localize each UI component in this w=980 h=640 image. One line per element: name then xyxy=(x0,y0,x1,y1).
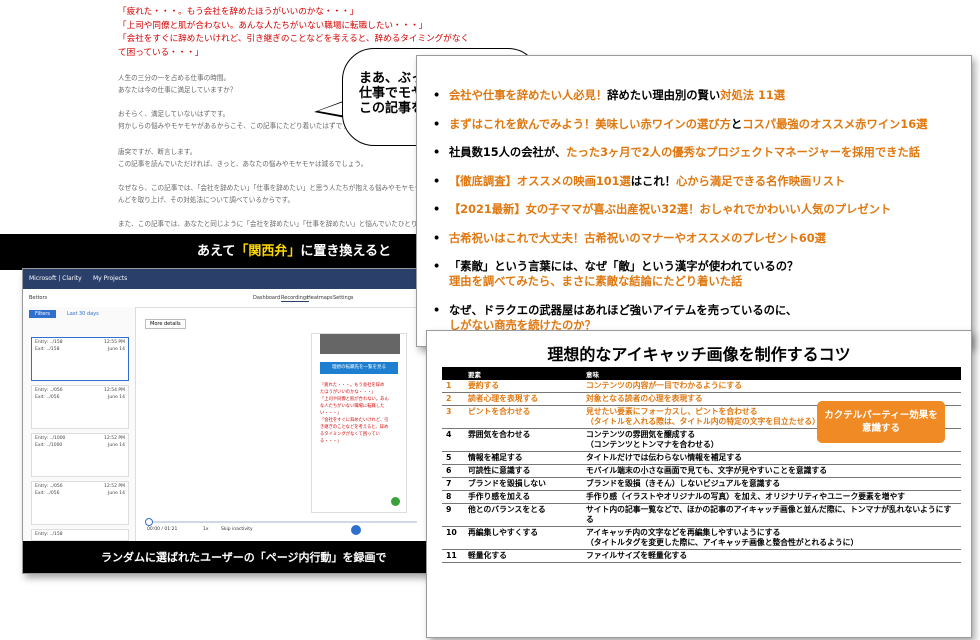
quote-line: 「疲れた・・・。もう会社を辞めたほうがいいのかな・・・」 xyxy=(118,7,359,17)
row-number: 10 xyxy=(442,526,464,550)
quote-line: 「上司や同僚と肌が合わない。あんな人たちがいない職場に転職したい・・・」 xyxy=(118,20,428,31)
recording-entry[interactable]: Entry: ../056 Exit: ../056 12:54 PM June… xyxy=(31,385,129,429)
bubble-line: この記事を xyxy=(359,101,425,116)
tab-dashboard[interactable]: Dashboard xyxy=(253,295,280,301)
cta-button[interactable]: 理想の転職先を一覧を見る xyxy=(320,362,398,374)
header-meaning: 意味 xyxy=(582,367,961,380)
list-item[interactable]: 【徹底調査】オススメの映画101選はこれ！心から満足できる名作映画リスト xyxy=(433,174,927,189)
row-element: 読者心理を表現する xyxy=(464,392,582,406)
filters-button[interactable]: Filters xyxy=(29,310,56,318)
row-meaning: ファイルサイズを軽量化する xyxy=(582,549,961,563)
clarity-topbar: Microsoft | Clarity My Projects xyxy=(23,269,483,289)
tab-recordings[interactable]: Recordings xyxy=(281,295,309,302)
site-name: Bettors xyxy=(29,295,48,301)
callout-line: カクテルパーティー効果を xyxy=(824,410,938,421)
bubble-line: 仕事でモヤ xyxy=(359,86,425,101)
row-meaning: サイト内の記事一覧などで、ほかの記事のアイキャッチ画像と並んだ際に、トンマナが乱… xyxy=(582,503,961,527)
list-item[interactable]: 【2021最新】女の子ママが喜ぶ出産祝い32選！おしゃれでかわいい人気のプレゼン… xyxy=(433,202,927,217)
bubble-line: まあ、ぶっ xyxy=(359,71,425,86)
row-number: 3 xyxy=(442,405,464,429)
quote-line: 「会社をすぐに辞めたいけれど、引き継ぎのことなどを考えると、辞めるタイミングがな… xyxy=(118,34,470,44)
row-element: ブランドを毀損しない xyxy=(464,477,582,491)
row-number: 7 xyxy=(442,477,464,491)
table-row: 9 他とのバランスをとる サイト内の記事一覧などで、ほかの記事のアイキャッチ画像と並… xyxy=(442,503,961,527)
more-details-button[interactable]: More details xyxy=(145,319,186,329)
brand-logo[interactable]: Microsoft | Clarity xyxy=(29,275,82,282)
table-row: 5 情報を補足する タイトルだけでは伝わらない情報を補足する xyxy=(442,451,961,465)
tab-settings[interactable]: Settings xyxy=(333,295,354,301)
tip-callout: カクテルパーティー効果を 意識する xyxy=(817,401,945,443)
timeline-handle[interactable] xyxy=(145,518,153,526)
row-number: 6 xyxy=(442,464,464,478)
recording-entry[interactable]: Entry: ../158 Exit: ../158 12:55 PM June… xyxy=(31,337,129,381)
row-meaning: モバイル端末の小さな画面で見ても、文字が見やすいことを意識する xyxy=(582,464,961,478)
scroll-top-icon[interactable] xyxy=(391,497,400,506)
project-menu[interactable]: My Projects xyxy=(93,275,127,282)
clarity-card: Microsoft | Clarity My Projects Bettors … xyxy=(22,268,484,574)
red-quote: 「疲れた・・・。もう会社を辞め たほうがいいのかな・・・」 「上司や同僚と肌が合… xyxy=(320,383,389,444)
tips-card: 理想的なアイキャッチ画像を制作するコツ 要素 意味 1 要約する コンテンツの内容が… xyxy=(426,330,972,638)
row-element: 情報を補足する xyxy=(464,451,582,465)
row-element: 可読性に意識する xyxy=(464,464,582,478)
table-row: 7 ブランドを毀損しない ブランドを毀損（きそん）しないビジュアルを意識する xyxy=(442,477,961,491)
table-row: 11 軽量化する ファイルサイズを軽量化する xyxy=(442,549,961,563)
list-item[interactable]: 社員数15人の会社が、たった3ヶ月で2人の優秀なプロジェクトマネージャーを採用で… xyxy=(433,145,927,160)
list-item[interactable]: 「素敵」という言葉には、なぜ「敵」という漢字が使われているの？理由を調べてみたら… xyxy=(433,259,927,289)
row-number: 5 xyxy=(442,451,464,465)
row-element: 軽量化する xyxy=(464,549,582,563)
row-element: 他とのバランスをとる xyxy=(464,503,582,527)
tips-table: 要素 意味 1 要約する コンテンツの内容が一目でわかるようにする 2 読者心理を表現す… xyxy=(442,367,961,563)
row-number: 2 xyxy=(442,392,464,406)
timeline-track[interactable] xyxy=(147,521,417,523)
date-range[interactable]: Last 30 days xyxy=(67,311,99,317)
paragraph: また、この記事では、あなたと同じように「会社を辞めたい」「仕事を辞めたい」と悩ん… xyxy=(118,220,418,228)
row-element: 要約する xyxy=(464,380,582,393)
table-row: 10 再編集しやすくする アイキャッチ内の文字などを再編集しやすいようにする （タイ… xyxy=(442,526,961,550)
paragraph: なぜなら、この記事では、「会社を辞めたい」「仕事を辞めたい」と思う人たちが抱える… xyxy=(118,184,418,192)
caption-banner: ランダムに選ばれたユーザーの「ページ内行動」を録画で xyxy=(23,541,483,573)
row-number: 8 xyxy=(442,490,464,504)
article-list: 会社や仕事を辞めたい人必見！辞めたい理由別の賢い対処法 11選 まずはこれを飲ん… xyxy=(433,88,927,346)
recording-entry[interactable]: Entry: ../056 Exit: ../056 12:52 PM June… xyxy=(31,481,129,525)
row-element: 手作り感を加える xyxy=(464,490,582,504)
table-row: 8 手作り感を加える 手作り感（イラストやオリジナルの写真）を加え、オリジナリティや… xyxy=(442,490,961,504)
recording-entry[interactable]: Entry: ../1000 Exit: ../1000 12:52 PM Ju… xyxy=(31,433,129,477)
row-element: 再編集しやすくする xyxy=(464,526,582,550)
row-number: 11 xyxy=(442,549,464,563)
banner-highlight: 「関西弁」 xyxy=(235,244,301,259)
list-item[interactable]: 古希祝いはこれで大丈夫！古希祝いのマナーやオススメのプレゼント60選 xyxy=(433,231,927,246)
tab-heatmaps[interactable]: Heatmaps xyxy=(307,295,333,301)
row-meaning: タイトルだけでは伝わらない情報を補足する xyxy=(582,451,961,465)
list-item[interactable]: なぜ、ドラクエの武器屋はあれほど強いアイテムを売っているのに、しがない商売を続け… xyxy=(433,303,927,333)
table-row: 6 可読性に意識する モバイル端末の小さな画面で見ても、文字が見やすいことを意識する xyxy=(442,464,961,478)
table-row: 1 要約する コンテンツの内容が一目でわかるようにする xyxy=(442,380,961,393)
row-meaning: 手作り感（イラストやオリジナルの写真）を加え、オリジナリティやユニーク要素を増や… xyxy=(582,490,961,504)
banner-post: に置き換えると xyxy=(300,244,391,259)
time-readout: 00:00 / 01:21 xyxy=(147,527,178,532)
row-number: 1 xyxy=(442,380,464,393)
article-list-card: 会社や仕事を辞めたい人必見！辞めたい理由別の賢い対処法 11選 まずはこれを飲ん… xyxy=(416,55,972,347)
recording-entry[interactable]: Entry: ../158 xyxy=(31,529,129,541)
header-element: 要素 xyxy=(464,367,582,380)
row-number: 4 xyxy=(442,428,464,452)
banner-pre: あえて xyxy=(197,244,236,259)
row-number: 9 xyxy=(442,503,464,527)
play-icon[interactable] xyxy=(351,525,361,535)
row-meaning: コンテンツの内容が一目でわかるようにする xyxy=(582,380,961,393)
row-meaning: アイキャッチ内の文字などを再編集しやすいようにする （タイトルタグを変更した際に… xyxy=(582,526,961,550)
speed-select[interactable]: 1x xyxy=(203,527,209,532)
hero-image xyxy=(320,334,400,354)
clarity-subbar: Bettors Dashboard Recordings Heatmaps Se… xyxy=(23,289,483,308)
row-element: ピントを合わせる xyxy=(464,405,582,429)
callout-line: 意識する xyxy=(861,423,900,434)
tips-title: 理想的なアイキャッチ画像を制作するコツ xyxy=(547,345,851,364)
list-item[interactable]: 会社や仕事を辞めたい人必見！辞めたい理由別の賢い対処法 11選 xyxy=(433,88,927,103)
row-meaning: ブランドを毀損（きそん）しないビジュアルを意識する xyxy=(582,477,961,491)
recordings-sidebar: Filters Last 30 days Entry: ../158 Exit:… xyxy=(23,307,136,541)
row-element: 雰囲気を合わせる xyxy=(464,428,582,452)
list-item[interactable]: まずはこれを飲んでみよう！美味しい赤ワインの選び方とコスパ最強のオススメ赤ワイン… xyxy=(433,117,927,132)
skip-checkbox[interactable]: Skip inactivity xyxy=(221,527,253,532)
phone-screen: 理想の転職先を一覧を見る 「疲れた・・・。もう会社を辞め たほうがいいのかな・・… xyxy=(311,333,407,513)
